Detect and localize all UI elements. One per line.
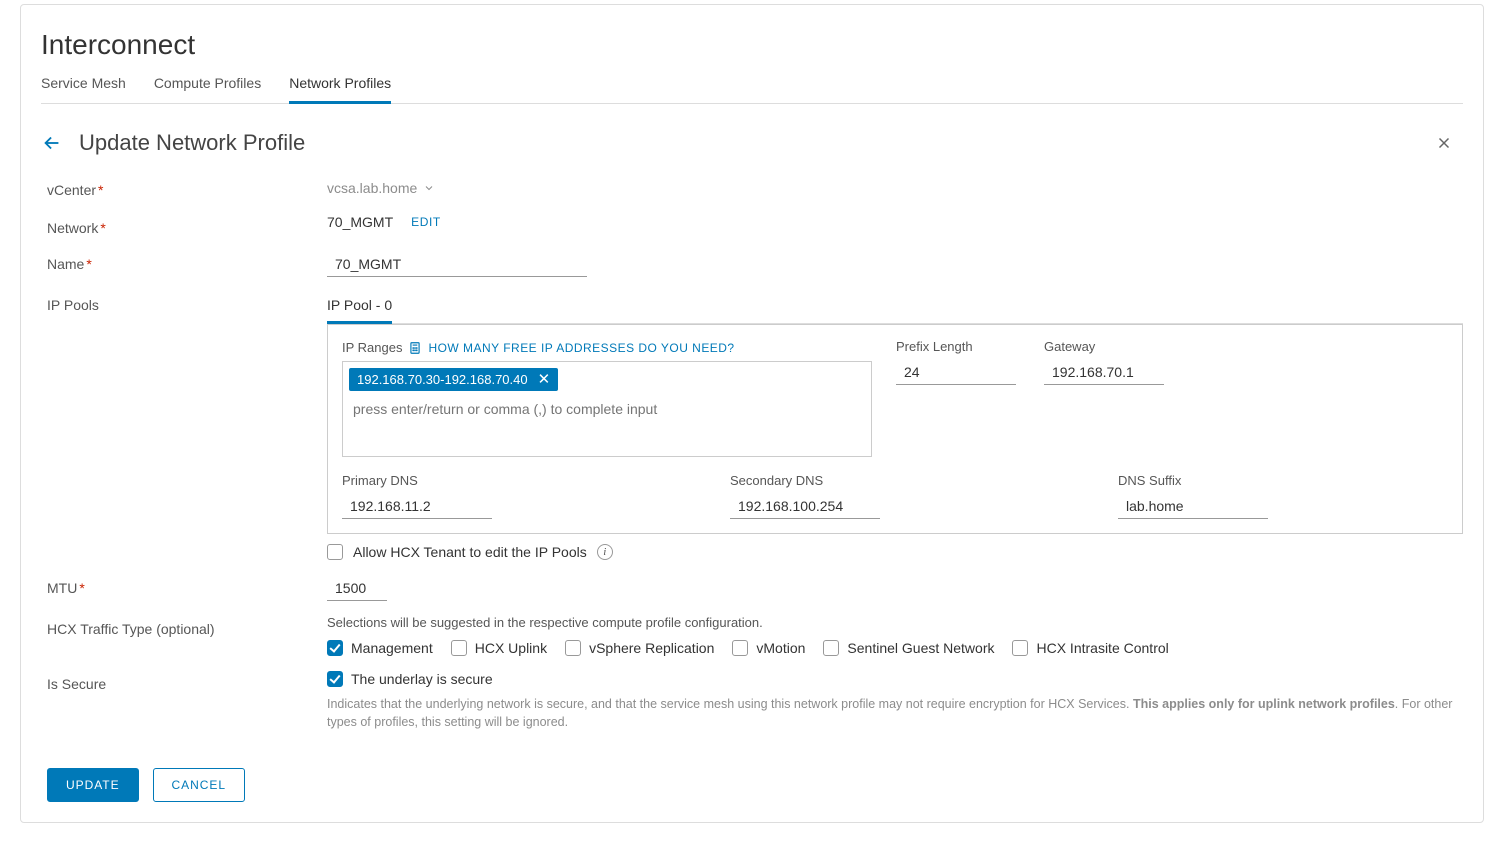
underlay-secure-checkbox[interactable] (327, 671, 343, 687)
network-value: 70_MGMT (327, 214, 393, 230)
ip-range-tag: 192.168.70.30-192.168.70.40 ✕ (349, 368, 558, 391)
primary-dns-input[interactable] (342, 492, 492, 519)
secure-description: Indicates that the underlying network is… (327, 695, 1463, 731)
vcenter-select[interactable]: vcsa.lab.home (327, 176, 435, 200)
dns-suffix-label: DNS Suffix (1118, 473, 1278, 488)
tab-compute-profiles[interactable]: Compute Profiles (154, 75, 261, 103)
update-button[interactable]: UPDATE (47, 768, 139, 802)
vmotion-checkbox[interactable] (732, 640, 748, 656)
vcenter-label: vCenter* (47, 176, 327, 198)
management-checkbox[interactable] (327, 640, 343, 656)
info-icon[interactable]: i (597, 544, 613, 560)
name-input[interactable] (327, 250, 587, 277)
management-label: Management (351, 640, 433, 656)
sub-title: Update Network Profile (79, 130, 1419, 156)
allow-tenant-label: Allow HCX Tenant to edit the IP Pools (353, 544, 587, 560)
sentinel-checkbox[interactable] (823, 640, 839, 656)
vsphere-rep-label: vSphere Replication (589, 640, 714, 656)
mtu-label: MTU* (47, 574, 327, 596)
uplink-label: HCX Uplink (475, 640, 547, 656)
ip-pool-tab-0[interactable]: IP Pool - 0 (327, 291, 392, 324)
chevron-down-icon (423, 182, 435, 194)
traffic-type-label: HCX Traffic Type (optional) (47, 615, 327, 637)
remove-ip-range-icon[interactable]: ✕ (538, 372, 551, 387)
intrasite-label: HCX Intrasite Control (1036, 640, 1168, 656)
ip-range-input[interactable] (349, 391, 855, 423)
primary-dns-label: Primary DNS (342, 473, 502, 488)
secondary-dns-input[interactable] (730, 492, 880, 519)
ip-pool-box: IP Ranges HOW MANY FREE IP ADDRESSES DO … (327, 324, 1463, 534)
uplink-checkbox[interactable] (451, 640, 467, 656)
close-icon[interactable] (1435, 134, 1463, 152)
vsphere-rep-checkbox[interactable] (565, 640, 581, 656)
underlay-secure-label: The underlay is secure (351, 671, 493, 687)
main-tabs: Service Mesh Compute Profiles Network Pr… (41, 75, 1463, 104)
ip-pools-label: IP Pools (47, 291, 327, 313)
allow-tenant-checkbox[interactable] (327, 544, 343, 560)
traffic-help-text: Selections will be suggested in the resp… (327, 615, 1463, 630)
network-label: Network* (47, 214, 327, 236)
tab-service-mesh[interactable]: Service Mesh (41, 75, 126, 103)
ip-ranges-input-box[interactable]: 192.168.70.30-192.168.70.40 ✕ (342, 361, 872, 457)
page-title: Interconnect (41, 5, 1463, 75)
back-arrow-icon[interactable] (41, 132, 63, 154)
ip-ranges-label: IP Ranges (342, 340, 402, 355)
mtu-input[interactable] (327, 574, 387, 601)
name-label: Name* (47, 250, 327, 272)
dns-suffix-input[interactable] (1118, 492, 1268, 519)
how-many-link[interactable]: HOW MANY FREE IP ADDRESSES DO YOU NEED? (428, 341, 734, 355)
prefix-label: Prefix Length (896, 339, 1016, 354)
is-secure-label: Is Secure (47, 670, 327, 692)
vmotion-label: vMotion (756, 640, 805, 656)
edit-network-link[interactable]: EDIT (411, 215, 441, 229)
intrasite-checkbox[interactable] (1012, 640, 1028, 656)
cancel-button[interactable]: CANCEL (153, 768, 245, 802)
tab-network-profiles[interactable]: Network Profiles (289, 75, 391, 104)
gateway-label: Gateway (1044, 339, 1164, 354)
gateway-input[interactable] (1044, 358, 1164, 385)
prefix-input[interactable] (896, 358, 1016, 385)
calculator-icon (408, 340, 422, 356)
sentinel-label: Sentinel Guest Network (847, 640, 994, 656)
secondary-dns-label: Secondary DNS (730, 473, 890, 488)
